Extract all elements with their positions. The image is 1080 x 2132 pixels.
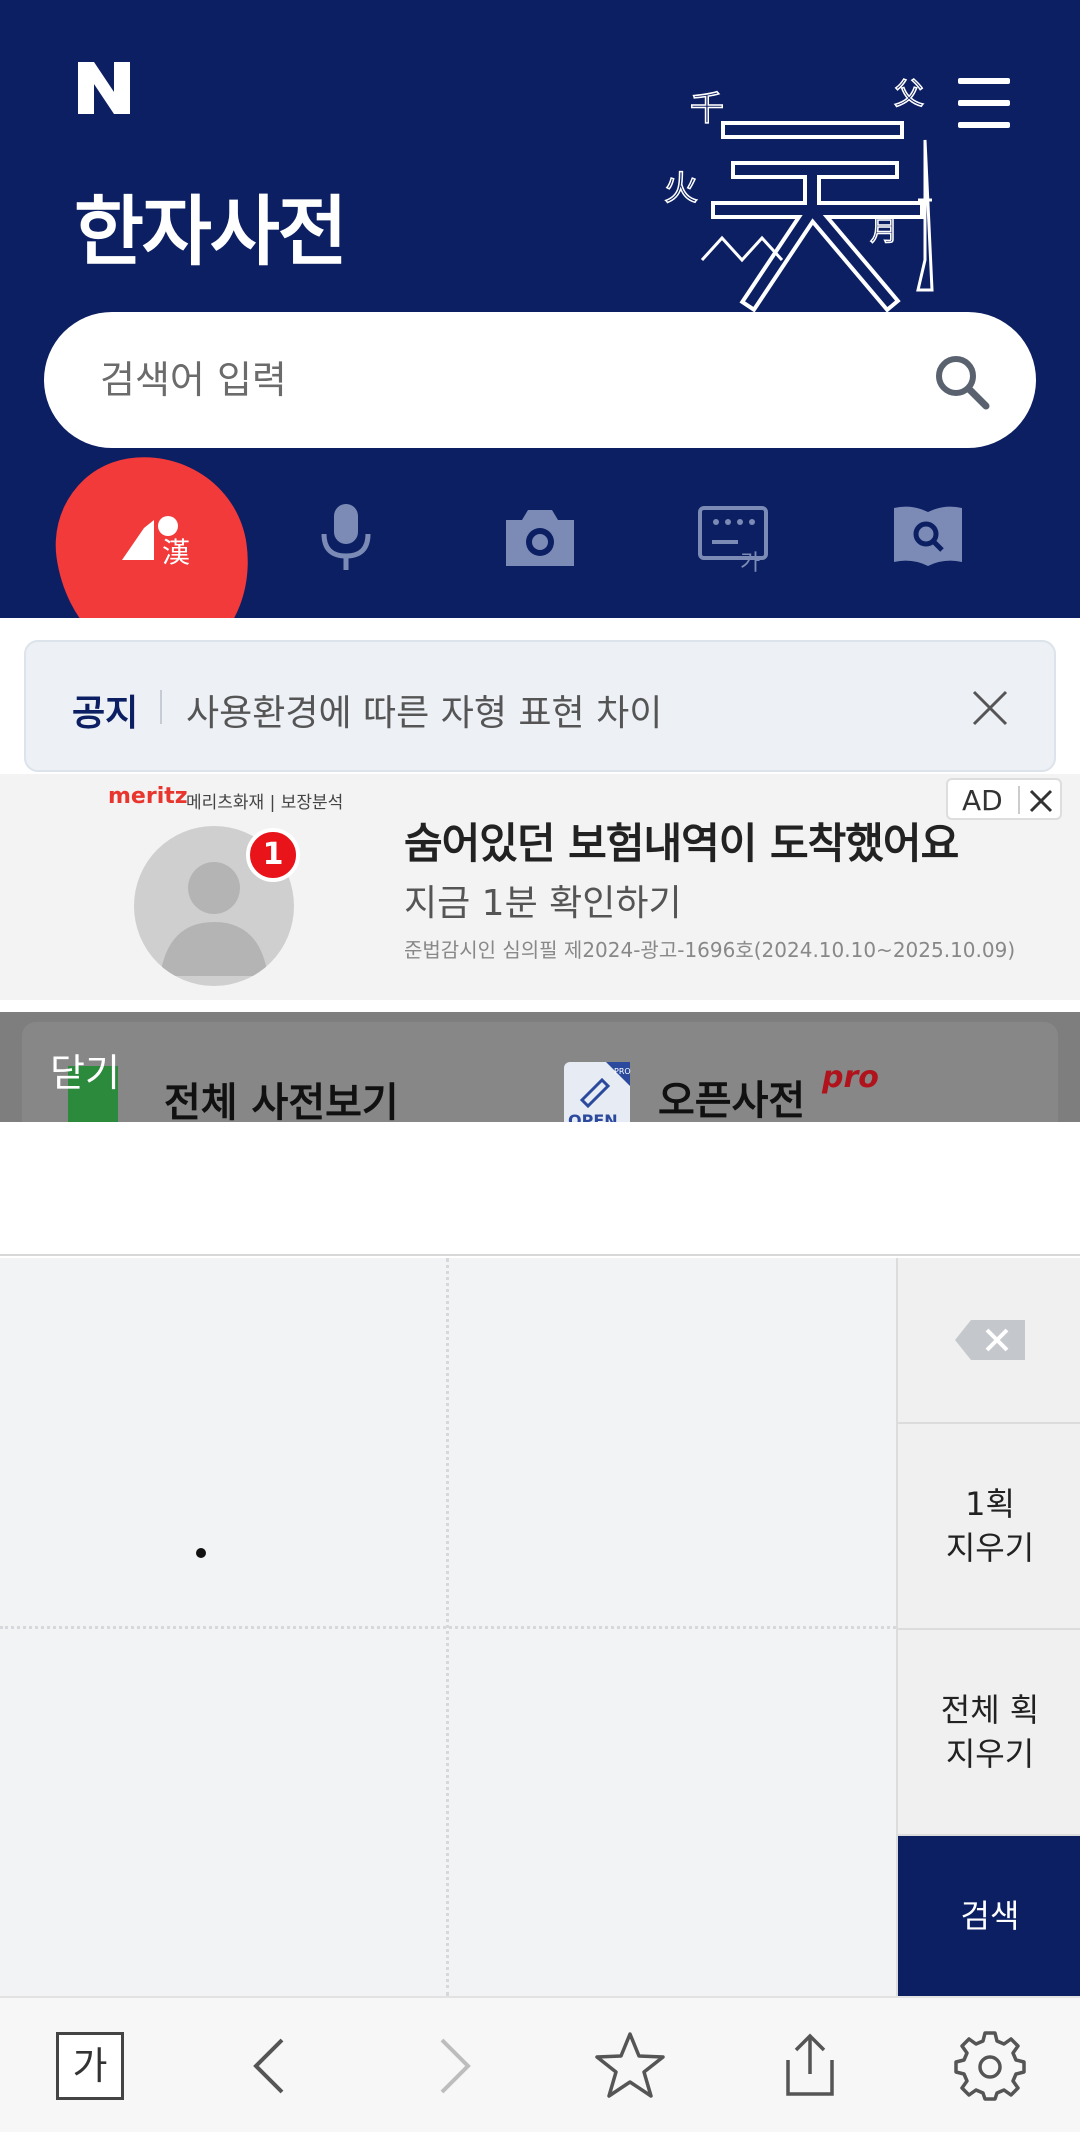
- svg-text:父: 父: [894, 77, 924, 112]
- dimmed-overlay: 전체 사전보기 PRO OPEN 오픈사전 pro 닫기: [0, 1012, 1080, 1122]
- notice-divider: [160, 690, 162, 724]
- notice-banner[interactable]: 공지 사용환경에 따른 자형 표현 차이: [24, 640, 1056, 772]
- gear-icon[interactable]: [954, 2030, 1026, 2102]
- close-button[interactable]: 닫기: [50, 1042, 120, 1097]
- all-dictionaries-link[interactable]: 전체 사전보기: [164, 1070, 399, 1122]
- svg-text:千: 千: [690, 89, 724, 129]
- clear-strokes-label-line1: 전체 획: [940, 1691, 1040, 1729]
- notification-badge: 1: [246, 828, 300, 882]
- backspace-icon: [955, 1320, 1025, 1360]
- hamburger-icon: [958, 78, 1010, 84]
- notice-text[interactable]: 사용환경에 따른 자형 표현 차이: [186, 684, 662, 736]
- menu-button[interactable]: [958, 78, 1016, 128]
- undo-stroke-button[interactable]: 1획 지우기: [898, 1424, 1080, 1630]
- ad-tag[interactable]: AD: [946, 778, 1062, 820]
- clear-strokes-label-line2: 지우기: [945, 1735, 1035, 1773]
- clear-strokes-button[interactable]: 전체 획 지우기: [898, 1630, 1080, 1836]
- ink-stroke: [196, 1548, 206, 1558]
- hanja-illustration-icon: 千 火 父 月: [663, 76, 934, 313]
- ad-brand: meritz: [108, 784, 188, 809]
- ad-brand-subtitle: 메리츠화재 | 보장분석: [186, 793, 344, 813]
- close-icon[interactable]: [970, 688, 1010, 728]
- header: 한자사전 千 火 父 月 漢: [0, 0, 1080, 618]
- notice-label: 공지: [72, 693, 139, 734]
- svg-text:漢: 漢: [162, 536, 190, 569]
- open-dictionary-link[interactable]: 오픈사전: [658, 1068, 805, 1122]
- undo-stroke-label-line1: 1획: [965, 1485, 1015, 1523]
- svg-text:가: 가: [740, 551, 760, 576]
- hanja-input-button[interactable]: 漢: [118, 510, 198, 570]
- ad-fine-print: 준법감시인 심의필 제2024-광고-1696호(2024.10.10~2025…: [404, 938, 1016, 962]
- share-icon[interactable]: [774, 2030, 846, 2102]
- ad-label: AD: [962, 784, 1003, 817]
- search-input[interactable]: [100, 312, 900, 448]
- guide-line-horizontal: [0, 1626, 896, 1629]
- keyboard-icon[interactable]: 가: [694, 496, 774, 576]
- ad-subtitle: 지금 1분 확인하기: [404, 883, 682, 924]
- font-size-button[interactable]: 가: [56, 2032, 124, 2100]
- book-search-icon[interactable]: [888, 496, 968, 576]
- handwriting-canvas[interactable]: [0, 1258, 896, 1996]
- undo-stroke-label-line2: 지우기: [945, 1529, 1035, 1567]
- svg-text:OPEN: OPEN: [568, 1111, 618, 1122]
- search-icon[interactable]: [932, 352, 992, 412]
- open-dictionary-icon: PRO OPEN: [564, 1062, 631, 1122]
- ad-title: 숨어있던 보험내역이 도착했어요: [404, 819, 959, 868]
- forward-icon[interactable]: [416, 2030, 488, 2102]
- svg-text:PRO: PRO: [614, 1067, 631, 1076]
- handwriting-controls: 1획 지우기 전체 획 지우기 검색: [896, 1258, 1080, 1996]
- microphone-icon[interactable]: [306, 496, 386, 576]
- star-icon[interactable]: [594, 2030, 666, 2102]
- handwriting-result-area: [0, 1122, 1080, 1256]
- naver-logo-icon: [78, 62, 130, 114]
- backspace-button[interactable]: [898, 1258, 1080, 1424]
- handwriting-search-button[interactable]: 검색: [898, 1836, 1080, 1996]
- search-bar: [44, 312, 1036, 448]
- svg-text:火: 火: [664, 169, 698, 209]
- page-title: 한자사전: [74, 187, 348, 276]
- hanja-icon: 漢: [122, 516, 190, 569]
- ad-banner[interactable]: meritz 메리츠화재 | 보장분석 1 숨어있던 보험내역이 도착했어요 지…: [0, 774, 1080, 1000]
- pro-badge: pro: [822, 1060, 879, 1095]
- back-icon[interactable]: [236, 2030, 308, 2102]
- ad-close-icon[interactable]: [1028, 788, 1054, 814]
- browser-toolbar: 가: [0, 1996, 1080, 2132]
- camera-icon[interactable]: [500, 496, 580, 576]
